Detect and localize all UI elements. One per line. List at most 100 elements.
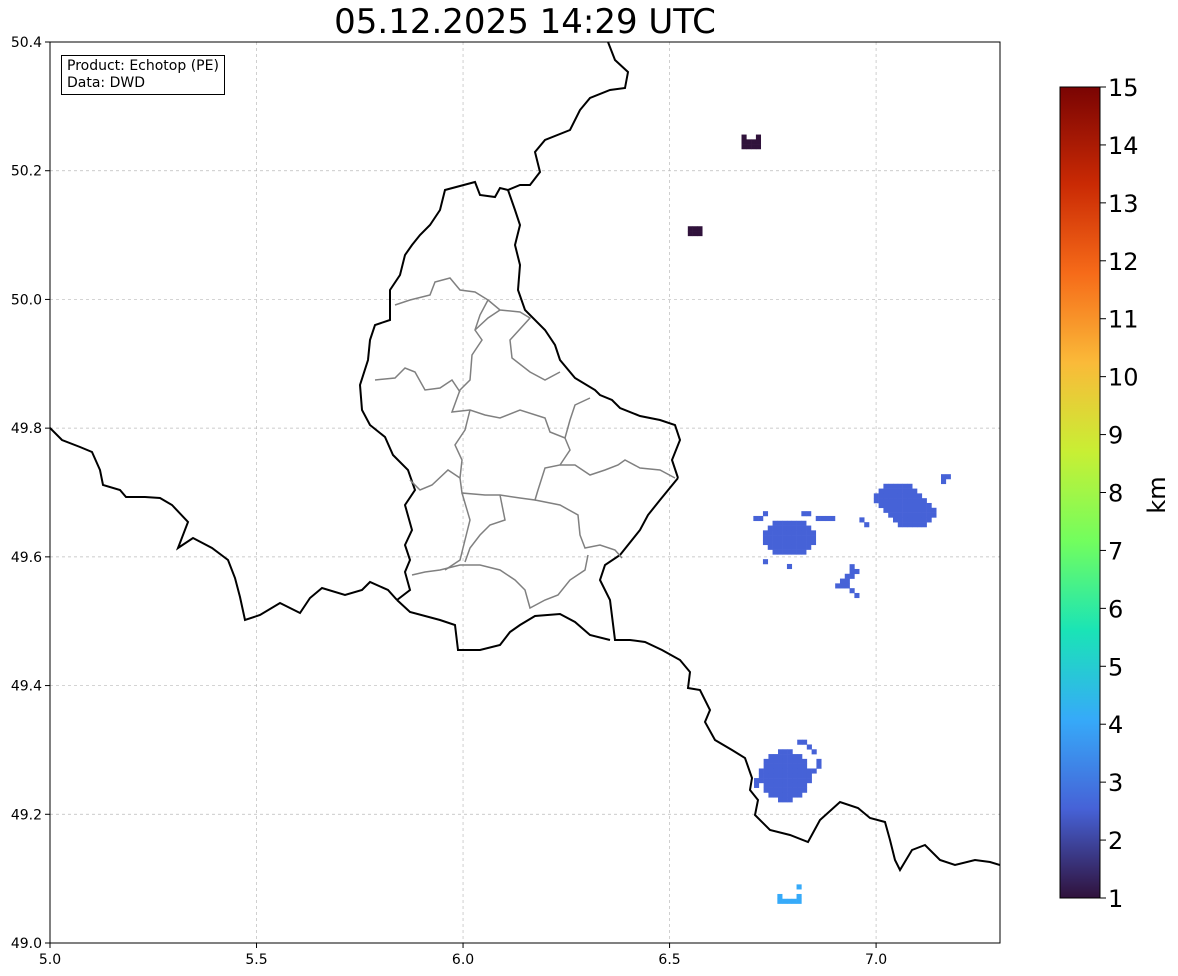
echo-pixel — [786, 898, 793, 904]
echo-pixel — [873, 498, 879, 504]
echo-pixel — [806, 511, 812, 517]
echo-pixel — [791, 525, 797, 531]
echo-pixel — [772, 525, 778, 531]
echo-pixel — [792, 792, 798, 798]
echo-pixel — [767, 535, 773, 541]
echo-pixel — [796, 535, 802, 541]
echo-pixel — [786, 549, 793, 555]
echo-pixel — [791, 544, 797, 550]
echo-pixel — [802, 763, 808, 769]
echo-pixel — [801, 539, 807, 546]
echo-pixel — [816, 763, 822, 769]
colorbar-tick-label: 3 — [1108, 769, 1123, 797]
echo-pixel — [782, 754, 788, 760]
echo-pixel — [796, 898, 802, 904]
echo-pixel — [773, 773, 779, 779]
echo-pixel — [844, 573, 850, 579]
echo-pixel — [917, 498, 923, 504]
y-tick-label: 50.2 — [11, 164, 42, 180]
echo-pixel — [787, 749, 793, 755]
echo-cell — [687, 226, 703, 237]
echo-cell — [777, 884, 802, 904]
echo-pixel — [926, 512, 932, 518]
y-tick-label: 49.4 — [11, 679, 42, 695]
echo-pixel — [907, 483, 913, 489]
echo-pixel — [811, 749, 817, 755]
echo-pixel — [806, 773, 812, 779]
echo-pixel — [787, 763, 793, 769]
x-tick-label: 6.0 — [452, 952, 474, 968]
echo-pixel — [762, 559, 769, 565]
echo-pixel — [802, 782, 808, 788]
echo-pixel — [778, 758, 784, 764]
echo-pixel — [797, 787, 803, 793]
echo-pixel — [897, 483, 903, 489]
echo-pixel — [888, 488, 894, 494]
echo-pixel — [796, 893, 802, 900]
y-tick-label: 49.6 — [11, 550, 42, 566]
echo-pixel — [907, 488, 913, 494]
echo-pixel — [801, 544, 807, 550]
echo-pixel — [912, 488, 918, 494]
echo-pixel — [773, 768, 779, 774]
echo-pixel — [762, 539, 769, 546]
echo-pixel — [792, 782, 798, 788]
x-axis-ticks: 5.0 5.5 6.0 6.5 7.0 — [39, 943, 887, 968]
echo-pixel — [773, 792, 779, 798]
echo-pixel — [787, 768, 793, 774]
echo-pixel — [787, 792, 793, 798]
echo-pixel — [787, 778, 793, 784]
y-tick-label: 49.0 — [11, 936, 42, 952]
echo-pixel — [792, 773, 798, 779]
echo-pixel — [782, 539, 788, 546]
colorbar-tick-label: 6 — [1108, 595, 1123, 623]
y-tick-label: 50.0 — [11, 292, 42, 308]
info-box: Product: Echotop (PE) Data: DWD — [61, 55, 225, 95]
echo-pixel — [787, 773, 793, 779]
echo-pixel — [777, 539, 783, 546]
echo-pixel — [902, 507, 908, 513]
echo-pixel — [902, 498, 908, 504]
echo-pixel — [782, 749, 788, 755]
echo-pixel — [907, 512, 913, 518]
echo-pixel — [792, 787, 798, 793]
echo-pixel — [902, 502, 908, 509]
echo-pixel — [763, 763, 769, 769]
echo-pixel — [754, 778, 760, 784]
echo-pixel — [806, 544, 812, 550]
echo-pixel — [796, 530, 802, 536]
echo-pixel — [692, 226, 698, 232]
echo-pixel — [912, 507, 918, 513]
echo-pixel — [796, 525, 802, 531]
echo-pixel — [797, 773, 803, 779]
echo-pixel — [810, 539, 817, 546]
echo-pixel — [768, 778, 774, 784]
echo-pixel — [806, 535, 812, 541]
echo-pixel — [762, 511, 769, 517]
echo-pixel — [792, 778, 798, 784]
echo-pixel — [786, 530, 793, 536]
echo-pixel — [755, 134, 762, 140]
echo-pixel — [768, 763, 774, 769]
echo-pixel — [786, 563, 793, 570]
x-tick-label: 5.0 — [39, 952, 61, 968]
echo-pixel — [917, 502, 923, 509]
echo-pixel — [778, 768, 784, 774]
echo-pixel — [777, 549, 783, 555]
echo-pixel — [782, 792, 788, 798]
echo-pixel — [796, 539, 802, 546]
echo-pixel — [844, 578, 850, 584]
echo-pixel — [763, 787, 769, 793]
echo-pixel — [897, 522, 903, 528]
y-tick-label: 49.8 — [11, 421, 42, 437]
echo-pixel — [778, 754, 784, 760]
echo-pixel — [802, 768, 808, 774]
echo-pixel — [754, 782, 760, 788]
echo-pixel — [778, 782, 784, 788]
echo-pixel — [796, 549, 802, 555]
echo-pixel — [912, 517, 918, 523]
echo-pixel — [787, 787, 793, 793]
x-tick-label: 5.5 — [245, 952, 267, 968]
echo-pixel — [687, 231, 693, 237]
echo-pixel — [893, 483, 899, 489]
